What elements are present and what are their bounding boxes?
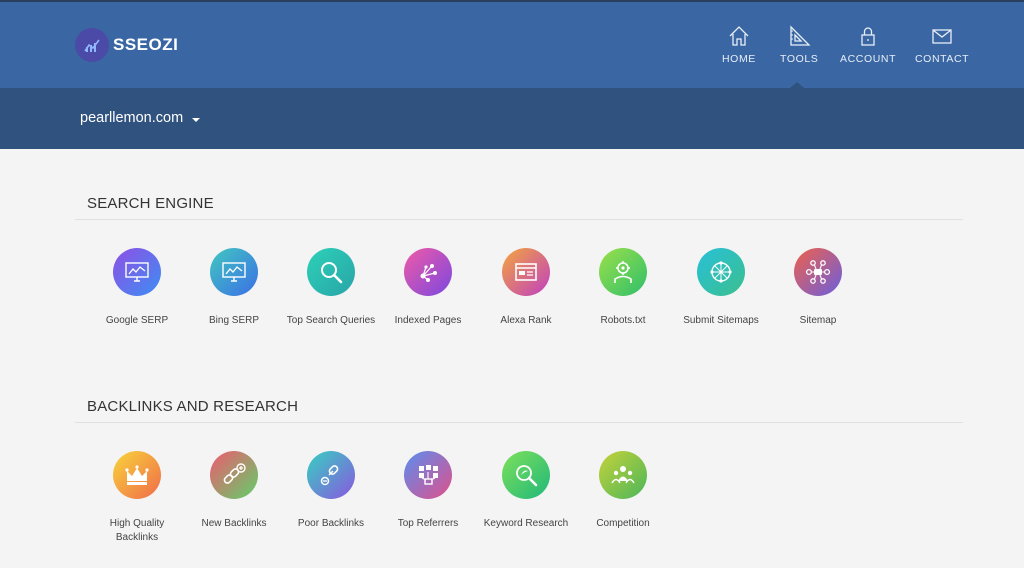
logo-chart-icon (75, 28, 109, 62)
section-title-search-engine: SEARCH ENGINE (87, 195, 214, 212)
tool-label: Submit Sitemaps (683, 315, 759, 326)
browser-window-icon (502, 248, 550, 296)
tool-bing-serp[interactable]: Bing SERP (184, 248, 284, 328)
tool-competition[interactable]: Competition (573, 451, 673, 531)
tool-label: High Quality Backlinks (110, 517, 164, 545)
site-bar: pearllemon.com (0, 88, 1024, 149)
envelope-icon (932, 29, 952, 44)
robot-icon (599, 248, 647, 296)
site-selector-value: pearllemon.com (80, 110, 184, 126)
nav-account-label: ACCOUNT (840, 53, 897, 65)
nav-tools-label: TOOLS (780, 53, 819, 65)
chain-icon (307, 451, 355, 499)
tool-label-line-1: High Quality (109, 518, 165, 529)
tool-top-search-queries[interactable]: Top Search Queries (281, 248, 381, 328)
monitor-chart-icon (210, 248, 258, 296)
tool-label: New Backlinks (201, 518, 267, 529)
crown-icon (113, 451, 161, 499)
tool-submit-sitemaps[interactable]: Submit Sitemaps (671, 248, 771, 328)
sitemap-globe-icon (697, 248, 745, 296)
tool-top-referrers[interactable]: Top Referrers (378, 451, 478, 531)
nav-contact-label: CONTACT (915, 53, 970, 65)
network-icon (404, 248, 452, 296)
section-divider (75, 219, 963, 220)
sitemap-nodes-icon (794, 248, 842, 296)
tool-label: Top Referrers (397, 518, 459, 529)
nav-account[interactable]: ACCOUNT (840, 24, 896, 65)
tool-label: Sitemap (799, 315, 837, 326)
tool-label: Competition (596, 518, 650, 529)
tool-label: Robots.txt (600, 315, 646, 326)
nav-home[interactable]: HOME (722, 24, 756, 65)
caret-down-icon (192, 117, 201, 122)
link-plus-icon (210, 451, 258, 499)
tool-sitemap[interactable]: Sitemap (768, 248, 868, 328)
competition-people-icon (599, 451, 647, 499)
tool-robots-txt[interactable]: Robots.txt (573, 248, 673, 328)
tool-new-backlinks[interactable]: New Backlinks (184, 451, 284, 531)
tool-label: Alexa Rank (500, 315, 552, 326)
section-divider (75, 422, 963, 423)
keyword-magnifier-icon (502, 451, 550, 499)
tool-alexa-rank[interactable]: Alexa Rank (476, 248, 576, 328)
top-navbar: SSEOZI HOME TOOLS ACCOUNT CONTACT (0, 0, 1024, 88)
tool-label: Keyword Research (483, 518, 569, 529)
tool-label: Indexed Pages (394, 315, 462, 326)
magnifier-icon (307, 248, 355, 296)
tool-indexed-pages[interactable]: Indexed Pages (378, 248, 478, 328)
site-selector-dropdown[interactable]: pearllemon.com (80, 110, 201, 126)
tool-google-serp[interactable]: Google SERP (87, 248, 187, 328)
monitor-chart-icon (113, 248, 161, 296)
tool-label: Poor Backlinks (297, 518, 365, 529)
social-share-icon (404, 451, 452, 499)
brand-name: SSEOZI (113, 35, 179, 54)
brand-logo[interactable]: SSEOZI (75, 28, 178, 62)
tool-label-line-2: Backlinks (115, 532, 159, 543)
section-title-backlinks-research: BACKLINKS AND RESEARCH (87, 398, 299, 415)
tool-label: Top Search Queries (286, 315, 376, 326)
tools-icon (790, 25, 811, 46)
tool-label: Bing SERP (208, 315, 260, 326)
tool-label: Google SERP (105, 315, 169, 326)
tool-high-quality-backlinks[interactable]: High Quality Backlinks (87, 451, 187, 545)
nav-tools[interactable]: TOOLS (780, 24, 818, 65)
tool-keyword-research[interactable]: Keyword Research (476, 451, 576, 531)
tool-poor-backlinks[interactable]: Poor Backlinks (281, 451, 381, 531)
lock-icon (861, 27, 875, 46)
nav-home-label: HOME (722, 53, 756, 65)
nav-contact[interactable]: CONTACT (915, 24, 969, 65)
home-icon (729, 26, 749, 46)
